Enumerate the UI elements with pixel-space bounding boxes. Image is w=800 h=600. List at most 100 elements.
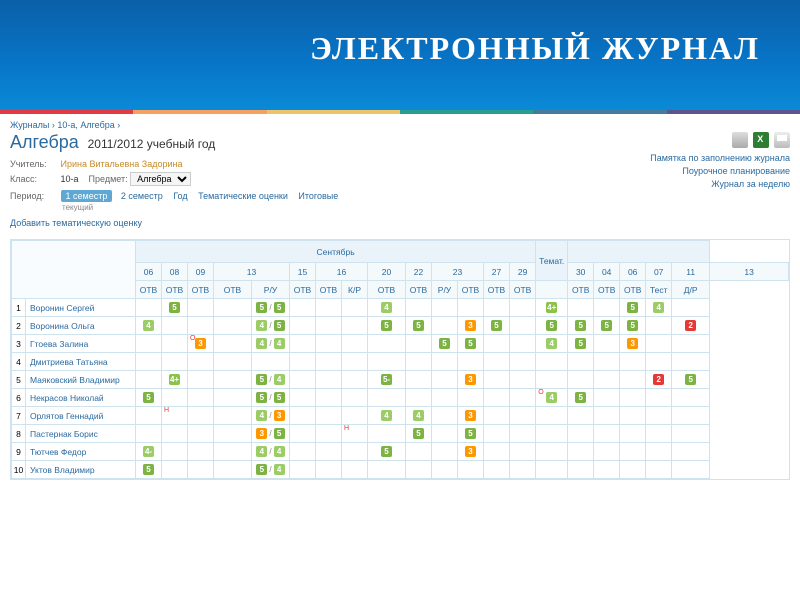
grade-cell[interactable] — [290, 317, 316, 335]
grade-cell[interactable]: 4 — [368, 299, 406, 317]
period-active[interactable]: 1 семестр — [61, 190, 113, 202]
teacher-name[interactable]: Ирина Витальевна Задорина — [61, 159, 183, 169]
grade-cell[interactable] — [290, 353, 316, 371]
grade-cell[interactable] — [432, 299, 458, 317]
grade-cell[interactable] — [342, 371, 368, 389]
grade-cell[interactable] — [536, 425, 568, 443]
date-header[interactable]: 20 — [368, 263, 406, 281]
grade-cell[interactable] — [406, 371, 432, 389]
grade-cell[interactable] — [214, 389, 252, 407]
grade-cell[interactable]: 3 — [458, 443, 484, 461]
import-icon[interactable] — [732, 132, 748, 148]
grade-cell[interactable]: 5 — [568, 317, 594, 335]
grade-cell[interactable] — [368, 425, 406, 443]
subject-select[interactable]: Алгебра — [130, 172, 191, 186]
grade-cell[interactable]: 4/3 — [252, 407, 290, 425]
grade-cell[interactable] — [672, 443, 710, 461]
student-name[interactable]: Дмитриева Татьяна — [26, 353, 136, 371]
period-link[interactable]: Тематические оценки — [198, 191, 288, 201]
grade-cell[interactable]: 3 — [458, 317, 484, 335]
grade-cell[interactable] — [316, 353, 342, 371]
grade-cell[interactable] — [214, 443, 252, 461]
period-link[interactable]: 2 семестр — [121, 191, 163, 201]
grade-cell[interactable]: 5/5 — [252, 389, 290, 407]
grade-cell[interactable] — [646, 317, 672, 335]
grade-cell[interactable] — [214, 335, 252, 353]
grade-cell[interactable] — [432, 461, 458, 479]
grade-cell[interactable] — [484, 299, 510, 317]
grade-cell[interactable] — [342, 317, 368, 335]
grade-cell[interactable] — [620, 389, 646, 407]
grade-cell[interactable] — [406, 299, 432, 317]
grade-cell[interactable] — [672, 425, 710, 443]
grade-cell[interactable] — [536, 461, 568, 479]
grade-cell[interactable]: 5 — [620, 317, 646, 335]
date-header[interactable]: 27 — [484, 263, 510, 281]
grade-cell[interactable]: 3 — [620, 335, 646, 353]
date-header[interactable]: 06 — [620, 263, 646, 281]
grade-cell[interactable] — [672, 407, 710, 425]
student-name[interactable]: Некрасов Николай — [26, 389, 136, 407]
grade-cell[interactable]: 5 — [458, 335, 484, 353]
date-header[interactable]: 15 — [290, 263, 316, 281]
grade-cell[interactable] — [646, 461, 672, 479]
student-name[interactable]: Тютчев Федор — [26, 443, 136, 461]
grade-cell[interactable] — [432, 353, 458, 371]
date-header[interactable]: 30 — [568, 263, 594, 281]
grade-cell[interactable] — [672, 461, 710, 479]
print-icon[interactable] — [774, 132, 790, 148]
grade-cell[interactable] — [568, 353, 594, 371]
week-link[interactable]: Журнал за неделю — [650, 178, 790, 191]
grade-cell[interactable] — [342, 461, 368, 479]
grade-cell[interactable] — [568, 371, 594, 389]
grade-cell[interactable] — [432, 371, 458, 389]
grade-cell[interactable] — [316, 371, 342, 389]
crumb-class[interactable]: 10-а, Алгебра — [57, 120, 114, 130]
date-header[interactable]: 23 — [432, 263, 484, 281]
grade-cell[interactable] — [368, 335, 406, 353]
grade-cell[interactable]: 5 — [406, 317, 432, 335]
grade-cell[interactable]: 4+ — [536, 299, 568, 317]
grade-cell[interactable] — [620, 407, 646, 425]
excel-icon[interactable] — [753, 132, 769, 148]
period-link[interactable]: Год — [173, 191, 187, 201]
grade-cell[interactable] — [214, 461, 252, 479]
grade-cell[interactable] — [620, 371, 646, 389]
student-name[interactable]: Уктов Владимир — [26, 461, 136, 479]
grade-cell[interactable] — [594, 335, 620, 353]
grade-cell[interactable]: 3 — [458, 407, 484, 425]
crumb-journals[interactable]: Журналы — [10, 120, 49, 130]
grade-cell[interactable] — [290, 425, 316, 443]
grade-cell[interactable] — [594, 299, 620, 317]
grade-cell[interactable]: 3/5 — [252, 425, 290, 443]
grade-cell[interactable] — [594, 371, 620, 389]
period-link[interactable]: Итоговые — [298, 191, 338, 201]
grade-cell[interactable]: 5 — [620, 299, 646, 317]
grade-cell[interactable] — [136, 299, 162, 317]
grade-cell[interactable] — [458, 353, 484, 371]
grade-cell[interactable] — [432, 389, 458, 407]
grade-cell[interactable] — [594, 443, 620, 461]
grade-cell[interactable] — [342, 353, 368, 371]
grade-cell[interactable]: 4/4 — [252, 443, 290, 461]
grade-cell[interactable]: 3 — [458, 371, 484, 389]
grade-cell[interactable]: 5 — [162, 299, 188, 317]
grade-cell[interactable]: 4- — [136, 443, 162, 461]
grade-cell[interactable] — [484, 389, 510, 407]
grade-cell[interactable] — [432, 407, 458, 425]
grade-cell[interactable]: 2 — [646, 371, 672, 389]
grade-cell[interactable]: О4 — [536, 389, 568, 407]
grade-cell[interactable] — [620, 353, 646, 371]
grade-cell[interactable] — [342, 407, 368, 425]
grade-cell[interactable]: 5- — [368, 371, 406, 389]
grade-cell[interactable] — [646, 389, 672, 407]
grade-cell[interactable] — [316, 317, 342, 335]
grade-cell[interactable] — [432, 317, 458, 335]
grade-cell[interactable] — [646, 353, 672, 371]
grade-cell[interactable]: 5 — [368, 317, 406, 335]
grade-cell[interactable] — [672, 353, 710, 371]
grade-cell[interactable]: 5 — [136, 389, 162, 407]
grade-cell[interactable] — [290, 335, 316, 353]
grade-cell[interactable] — [368, 389, 406, 407]
grade-cell[interactable] — [568, 407, 594, 425]
